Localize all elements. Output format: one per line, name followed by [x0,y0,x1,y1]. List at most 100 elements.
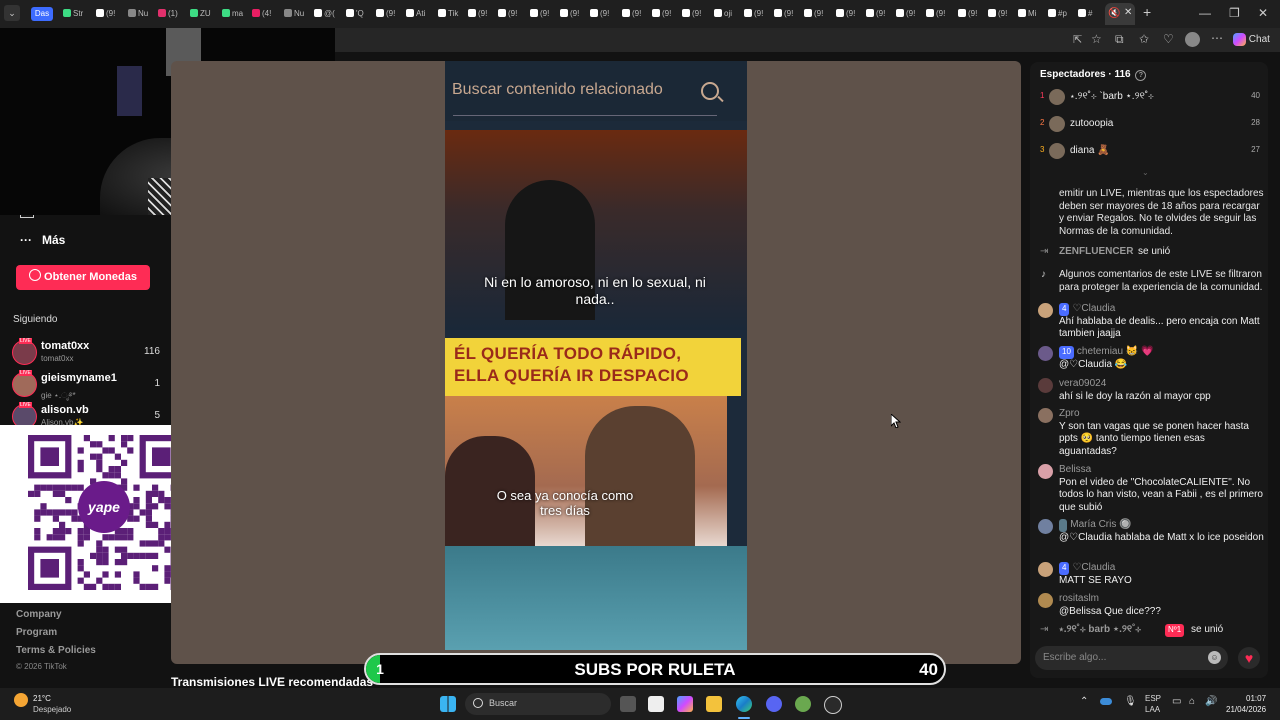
browser-tab[interactable]: (9! [498,7,517,21]
new-tab-button[interactable]: + [1143,4,1151,20]
chat-username[interactable]: ♡Claudia [1072,303,1115,314]
profile-avatar[interactable] [1185,32,1200,47]
maximize-button[interactable]: ❐ [1229,6,1240,20]
browser-tab[interactable]: oji [714,7,732,21]
browser-tab[interactable]: Nu [284,7,304,21]
join-username[interactable]: ⋆.୨୧˚⊹ barb ⋆.୨୧˚⊹ [1059,624,1141,637]
browser-tab[interactable]: #p [1048,7,1067,21]
browser-tab[interactable]: Ati [406,7,425,21]
footer-link-company[interactable]: Company [16,609,62,620]
like-heart-button[interactable]: ♥ [1238,647,1260,669]
browser-tab[interactable]: # [1078,7,1092,21]
volume-icon[interactable]: 🔊 [1205,696,1217,707]
task-view-icon[interactable] [620,696,636,712]
browser-tab[interactable]: ma [222,7,243,21]
file-explorer-icon[interactable] [706,696,722,712]
browser-tab[interactable]: (9! [744,7,763,21]
chat-username[interactable]: rositaslm [1059,593,1099,604]
browser-tab[interactable]: (9! [682,7,701,21]
language-1[interactable]: ESP [1145,694,1161,703]
obs-icon[interactable] [824,696,842,714]
video-frame[interactable]: Buscar contenido relacionado Ni en lo am… [445,61,747,650]
network-icon[interactable]: ⌂ [1189,696,1195,707]
tray-chevron-icon[interactable]: ⌃ [1080,696,1088,707]
browser-tab[interactable]: (4! [252,7,271,21]
browser-essentials-icon[interactable]: ♡ [1163,32,1174,46]
browser-tab[interactable]: (9! [866,7,885,21]
copilot-chat-button[interactable]: Chat [1233,31,1270,49]
chat-username[interactable]: Zpro [1059,408,1080,419]
browser-tab[interactable]: (9! [988,7,1007,21]
active-tab-badge[interactable]: Das [31,7,53,21]
browser-tab[interactable]: Tik [438,7,458,21]
open-in-app-icon[interactable]: ⇱ [1073,33,1082,46]
browser-tab[interactable]: Nu [128,7,148,21]
discord-icon[interactable] [766,696,782,712]
favorites-icon[interactable]: ✩ [1139,32,1149,46]
video-search-bar[interactable]: Buscar contenido relacionado [445,61,747,121]
top-viewer-row[interactable]: 1 ⋆.୨୧˚⊹ `barb ⋆.୨୧˚⊹ 40 [1038,88,1262,108]
tab-menu-button[interactable]: ⌄ [4,5,20,21]
join-username[interactable]: ZENFLUENCER [1059,246,1133,259]
info-icon[interactable]: ? [1135,70,1147,81]
extensions-icon[interactable]: ⧉ [1115,32,1124,47]
avatar[interactable] [1038,346,1053,361]
browser-tab[interactable]: (9! [926,7,945,21]
copilot-icon[interactable] [677,696,693,712]
browser-tab[interactable]: @( [314,7,335,21]
chat-username[interactable]: vera09024 [1059,378,1106,389]
chat-username[interactable]: ♡Claudia [1072,562,1115,573]
store-icon[interactable] [648,696,664,712]
browser-tab[interactable]: (9! [622,7,641,21]
top-viewer-row[interactable]: 2 zutooopia 28 [1038,115,1262,135]
minimize-button[interactable]: — [1199,6,1211,20]
viewers-heading[interactable]: Espectadores · 116 ? [1040,69,1147,81]
browser-tab[interactable]: (9! [804,7,823,21]
current-tab[interactable]: 🔇 ✕ [1105,3,1135,25]
avatar[interactable] [1038,464,1053,479]
browser-tab[interactable]: (9! [590,7,609,21]
avatar[interactable] [1038,593,1053,608]
browser-tab[interactable]: (9! [836,7,855,21]
emoji-icon[interactable]: ☺ [1208,651,1221,664]
browser-tab[interactable]: (9! [376,7,395,21]
browser-tab[interactable]: 'Q [346,7,364,21]
browser-tab[interactable]: (9! [468,7,487,21]
avatar[interactable] [1038,519,1053,534]
clock-date[interactable]: 21/04/2026 [1226,705,1266,714]
tab-close-icon[interactable]: ✕ [1124,7,1132,18]
following-item[interactable]: LIVE alison.vb Alison.vb✨ 5 [12,402,162,426]
chat-input[interactable]: Escribe algo... ☺ [1035,646,1228,670]
top-viewer-row[interactable]: 3 diana 🧸 27 [1038,142,1262,162]
chat-username[interactable]: chetemiau 😸 💗 [1077,346,1154,357]
browser-tab[interactable]: Str [63,7,83,21]
browser-tab[interactable]: Mi [1018,7,1036,21]
edge-browser-icon[interactable] [736,696,752,712]
onedrive-icon[interactable] [1100,698,1112,705]
following-item[interactable]: LIVE gieismyname1 gie ⋆.ೃ࿔* 1 [12,370,162,400]
chat-username[interactable]: Belissa [1059,464,1091,475]
browser-tab[interactable]: (9! [96,7,115,21]
footer-link-program[interactable]: Program [16,627,57,638]
browser-tab[interactable]: (9! [958,7,977,21]
browser-tab[interactable]: (9! [896,7,915,21]
windows-start-icon[interactable] [440,696,456,712]
close-window-button[interactable]: ✕ [1258,6,1268,20]
get-coins-button[interactable]: Obtener Monedas [16,265,150,290]
chat-username[interactable]: María Cris 🔘 [1070,519,1131,530]
clock-time[interactable]: 01:07 [1246,694,1266,703]
browser-tab[interactable]: (9! [560,7,579,21]
avatar[interactable] [1038,408,1053,423]
xbox-icon[interactable] [795,696,811,712]
microphone-icon[interactable]: 🎙 [1124,696,1137,707]
following-item[interactable]: LIVE tomat0xx tomat0xx 116 [12,338,162,366]
display-icon[interactable]: ▭ [1172,696,1181,707]
avatar[interactable] [1038,562,1053,577]
browser-tab[interactable]: (1) [158,7,178,21]
browser-tab[interactable]: (9! [530,7,549,21]
avatar[interactable] [1038,378,1053,393]
browser-tab[interactable]: (9! [774,7,793,21]
footer-link-terms[interactable]: Terms & Policies [16,645,96,656]
avatar[interactable] [1038,303,1053,318]
taskbar-search[interactable]: Buscar [465,693,611,715]
